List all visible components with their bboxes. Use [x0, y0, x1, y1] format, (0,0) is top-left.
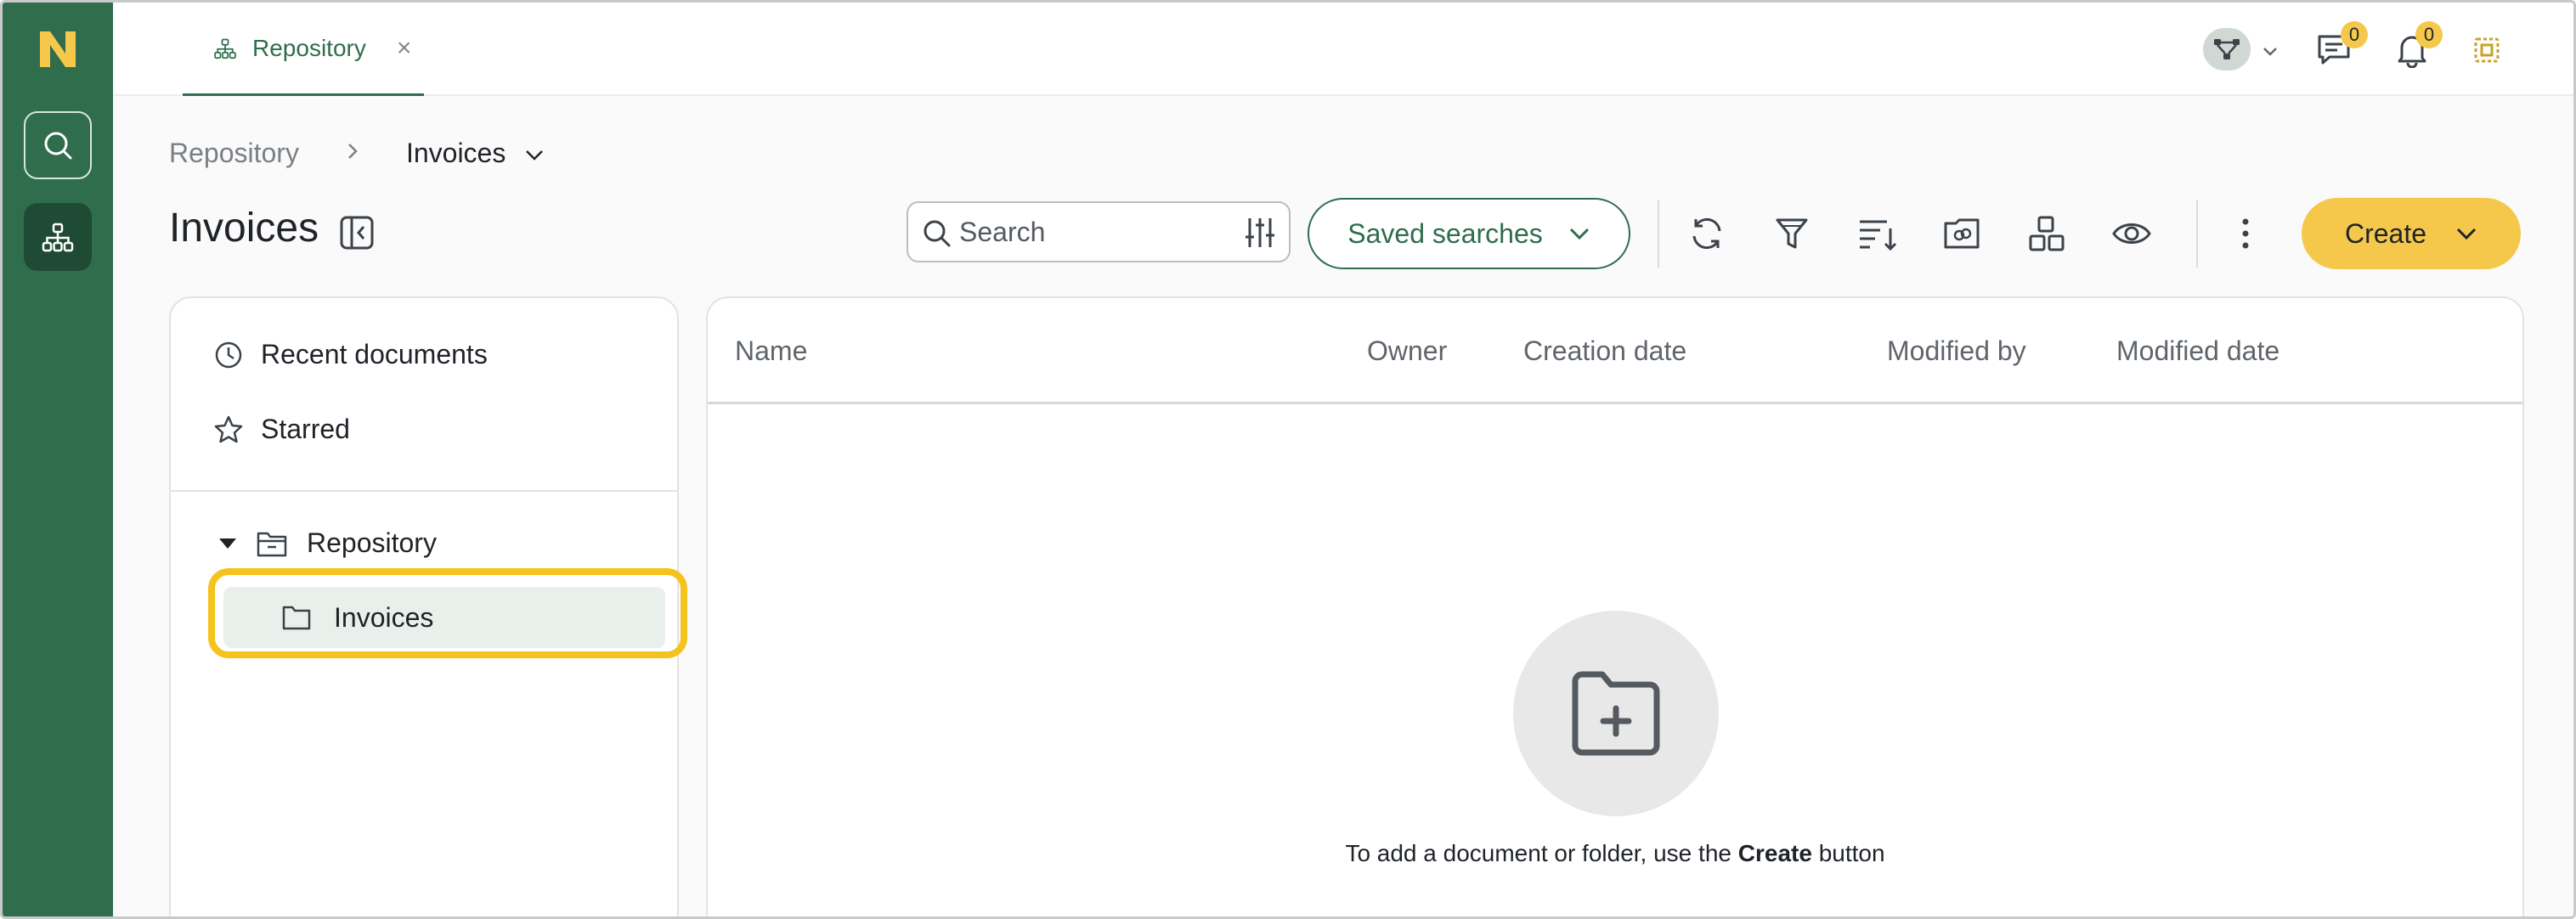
shared-folder-button[interactable]: [1940, 211, 1984, 256]
column-header-name[interactable]: Name: [735, 335, 807, 367]
page-title: Invoices: [169, 206, 319, 251]
folder-icon: [257, 532, 287, 556]
documents-table: Name Owner Creation date Modified by Mod…: [706, 296, 2524, 916]
chevron-down-icon[interactable]: [524, 138, 545, 169]
network-icon: [2214, 39, 2240, 59]
app-logo: [37, 28, 79, 70]
create-label: Create: [2344, 217, 2427, 249]
saved-searches-label: Saved searches: [1347, 217, 1543, 249]
breadcrumb-current[interactable]: Invoices: [406, 138, 506, 169]
avatar[interactable]: [2203, 28, 2251, 70]
star-icon: [214, 415, 243, 443]
empty-state-emphasis: Create: [1737, 840, 1812, 866]
search-input[interactable]: [959, 216, 1214, 248]
breadcrumb: Repository Invoices: [169, 134, 545, 172]
empty-state-illustration: [1513, 611, 1719, 816]
tree-item-repository[interactable]: Repository: [218, 527, 437, 559]
column-header-modified-date[interactable]: Modified date: [2116, 335, 2279, 367]
recent-documents-label: Recent documents: [261, 339, 488, 369]
refresh-button[interactable]: [1685, 211, 1729, 256]
folder-link-icon: [1944, 218, 1980, 249]
grid-icon: [2474, 37, 2500, 63]
sidebar-collapse-icon: [340, 216, 374, 250]
more-vertical-icon: [2242, 218, 2249, 249]
toolbar-divider: [1658, 200, 1659, 268]
table-header-divider: [708, 402, 2522, 404]
notifications-count-badge: 0: [2415, 21, 2443, 48]
chevron-down-icon: [2456, 228, 2477, 240]
saved-searches-button[interactable]: Saved searches: [1308, 198, 1630, 269]
sitemap-icon: [214, 38, 236, 59]
search-icon: [924, 220, 951, 247]
column-header-creation-date[interactable]: Creation date: [1523, 335, 1686, 367]
breadcrumb-root[interactable]: Repository: [169, 138, 299, 169]
messages-count-badge: 0: [2341, 21, 2368, 48]
empty-state-text: button: [1811, 840, 1885, 866]
refresh-icon: [1692, 217, 1721, 250]
tab-repository[interactable]: Repository ×: [183, 3, 424, 96]
search-box: [907, 201, 1291, 262]
more-button[interactable]: [2223, 211, 2268, 256]
rail-repository-button[interactable]: [24, 203, 92, 271]
recent-documents-item[interactable]: Recent documents: [213, 339, 488, 370]
chevron-down-icon[interactable]: [2262, 40, 2278, 62]
filter-button[interactable]: [1770, 211, 1814, 256]
filter-icon: [1776, 218, 1808, 249]
chevron-down-icon: [1569, 228, 1589, 240]
apps-button[interactable]: [2466, 30, 2507, 70]
highlight-box: [208, 568, 687, 658]
clock-icon: [215, 341, 242, 368]
empty-state-text: To add a document or folder, use the: [1345, 840, 1738, 866]
preview-button[interactable]: [2110, 211, 2154, 256]
column-header-modified-by[interactable]: Modified by: [1887, 335, 2026, 367]
rail-search-button[interactable]: [24, 111, 92, 179]
sort-icon: [1860, 220, 1897, 251]
panel-divider: [171, 490, 677, 492]
left-rail: [3, 3, 113, 916]
sort-button[interactable]: [1855, 211, 1899, 256]
group-button[interactable]: [2025, 211, 2069, 256]
tab-label: Repository: [252, 34, 366, 61]
folder-add-icon: [1572, 671, 1660, 756]
empty-state-message: To add a document or folder, use the Cre…: [708, 840, 2522, 867]
search-icon: [44, 132, 72, 160]
caret-down-icon[interactable]: [218, 538, 237, 550]
sitemap-icon: [42, 223, 74, 252]
column-header-owner[interactable]: Owner: [1367, 335, 1447, 367]
shapes-icon: [2029, 216, 2065, 251]
eye-icon: [2112, 223, 2151, 244]
tab-close-button[interactable]: ×: [397, 34, 412, 63]
starred-item[interactable]: Starred: [213, 414, 350, 445]
tune-icon[interactable]: [1243, 215, 1277, 251]
chevron-right-icon: [347, 138, 359, 167]
tree-item-label: Repository: [307, 527, 437, 558]
app-window: Repository × 0 0 Repository Invoices Inv…: [0, 0, 2576, 919]
toolbar-divider: [2196, 200, 2198, 268]
create-button[interactable]: Create: [2302, 198, 2521, 269]
collapse-panel-button[interactable]: [339, 215, 375, 251]
starred-label: Starred: [261, 414, 350, 444]
